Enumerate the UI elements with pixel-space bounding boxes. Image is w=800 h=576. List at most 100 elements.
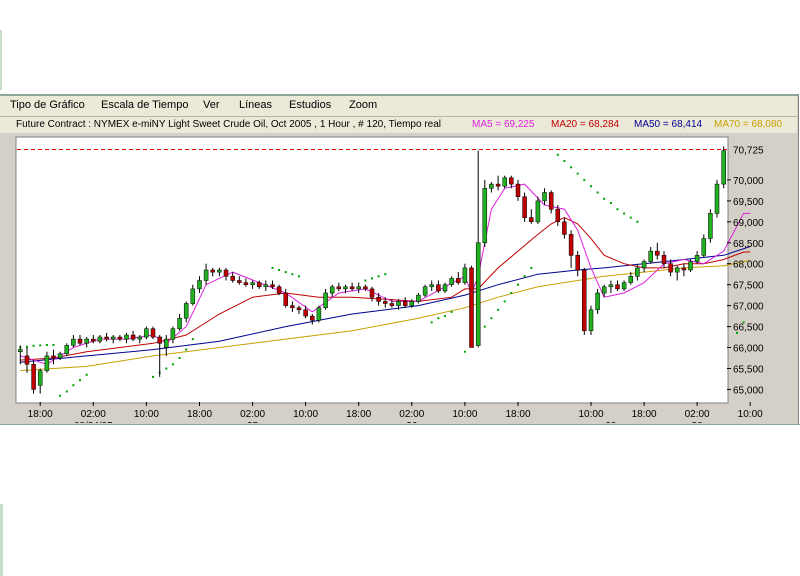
- candle-down: [24, 355, 30, 365]
- psar-dot: [590, 185, 592, 188]
- psar-dot: [629, 216, 632, 219]
- candle-up: [462, 267, 468, 283]
- menu-zoom[interactable]: Zoom: [349, 99, 377, 111]
- menu-tipo-de-grafico[interactable]: Tipo de Gráfico: [10, 99, 85, 111]
- candle-up: [442, 284, 448, 292]
- psar-dot: [72, 384, 75, 387]
- candle-up: [203, 269, 209, 281]
- menu-ver[interactable]: Ver: [203, 99, 220, 111]
- candle-down: [230, 276, 235, 281]
- menu-bar: Tipo de Gráfico Escala de Tiempo Ver Lín…: [0, 96, 797, 117]
- psar-dot: [39, 344, 42, 347]
- psar-dot: [364, 279, 367, 282]
- psar-dot: [609, 202, 612, 204]
- candle-up: [641, 261, 647, 269]
- x-tick-label: 18:00: [28, 409, 53, 420]
- candle-down: [681, 267, 687, 271]
- menu-escala-de-tiempo[interactable]: Escala de Tiempo: [101, 99, 188, 111]
- y-tick-label: 66,000: [733, 344, 764, 355]
- psar-dot: [503, 300, 506, 303]
- ma20-legend: MA20 = 68,284: [551, 119, 620, 130]
- psar-dot: [152, 375, 154, 378]
- candle-up: [164, 338, 169, 348]
- psar-dot: [517, 283, 519, 286]
- psar-dot: [271, 266, 274, 269]
- psar-dot: [430, 321, 433, 324]
- candle-down: [223, 269, 229, 277]
- candle-down: [310, 315, 315, 321]
- candle-up: [714, 183, 720, 214]
- psar-dot: [185, 348, 188, 351]
- y-tick-label: 69,500: [733, 197, 764, 208]
- candle-up: [323, 292, 328, 308]
- psar-dot: [298, 275, 300, 278]
- psar-dot: [191, 338, 194, 341]
- candle-down: [582, 269, 587, 332]
- candle-down: [157, 336, 162, 344]
- psar-dot: [377, 275, 380, 278]
- candle-up: [183, 303, 189, 319]
- candle-down: [51, 355, 56, 359]
- reference-line-label: 70,725: [733, 146, 764, 157]
- candle-down: [104, 336, 109, 340]
- divider: [0, 424, 800, 425]
- y-tick-label: 67,500: [733, 281, 764, 292]
- candle-up: [449, 278, 454, 285]
- chart-header: Future Contract : NYMEX e-miNY Light Swe…: [0, 117, 797, 133]
- candle-up: [422, 286, 428, 296]
- candle-down: [31, 364, 36, 390]
- psar-dot: [603, 197, 606, 200]
- candle-up: [250, 282, 255, 285]
- candle-down: [568, 234, 574, 256]
- psar-dot: [483, 325, 486, 328]
- candle-up: [263, 284, 269, 288]
- psar-dot: [32, 344, 35, 347]
- candle-up: [57, 353, 63, 359]
- candle-down: [303, 309, 308, 317]
- candle-down: [210, 269, 215, 273]
- candle-up: [416, 294, 421, 302]
- y-tick-label: 68,000: [733, 260, 764, 271]
- psar-dot: [576, 172, 579, 175]
- x-axis: 18:00 02:00 10:00 18:00 02:00 10:00 18:00 02:00…: [28, 402, 763, 423]
- window-edge: [0, 30, 2, 90]
- menu-lineas[interactable]: Líneas: [239, 99, 272, 111]
- candle-down: [243, 282, 249, 285]
- x-tick-label: 10:00: [134, 409, 159, 420]
- candle-up: [475, 242, 481, 346]
- candle-up: [535, 200, 541, 223]
- psar-dot: [616, 208, 619, 211]
- psar-dot: [463, 350, 466, 353]
- psar-dot: [510, 292, 513, 294]
- x-tick-label: 10:00: [293, 409, 318, 420]
- ma50-legend: MA50 = 68,414: [634, 119, 703, 130]
- x-tick-label: 18:00: [346, 409, 371, 420]
- x-tick-label: 10:00: [452, 409, 477, 420]
- psar-dot: [490, 317, 493, 320]
- candle-up: [648, 250, 653, 262]
- candle-up: [628, 276, 634, 283]
- menu-estudios[interactable]: Estudios: [289, 99, 331, 111]
- ma5-legend: MA5 = 69,225: [472, 119, 535, 130]
- candle-down: [509, 177, 514, 185]
- x-date-label: 26: [406, 421, 418, 423]
- psar-dot: [52, 344, 55, 346]
- candle-down: [562, 221, 567, 235]
- candle-up: [170, 328, 176, 340]
- contract-title: Future Contract : NYMEX e-miNY Light Swe…: [16, 119, 441, 130]
- psar-dot: [165, 367, 168, 370]
- candle-up: [316, 307, 322, 321]
- candle-up: [721, 150, 726, 185]
- candle-down: [655, 250, 660, 256]
- candle-down: [548, 192, 554, 210]
- psar-dot: [596, 191, 599, 194]
- psar-dot: [444, 315, 446, 318]
- candle-down: [77, 338, 83, 344]
- psar-dot: [437, 317, 440, 320]
- psar-dot: [278, 269, 281, 271]
- candle-down: [389, 303, 395, 306]
- candle-down: [575, 255, 580, 271]
- price-chart[interactable]: 70,725 65,000 65,500 66,000 66,500 67,000 67,…: [0, 133, 798, 423]
- y-tick-label: 69,000: [733, 218, 764, 229]
- candle-up: [329, 286, 335, 294]
